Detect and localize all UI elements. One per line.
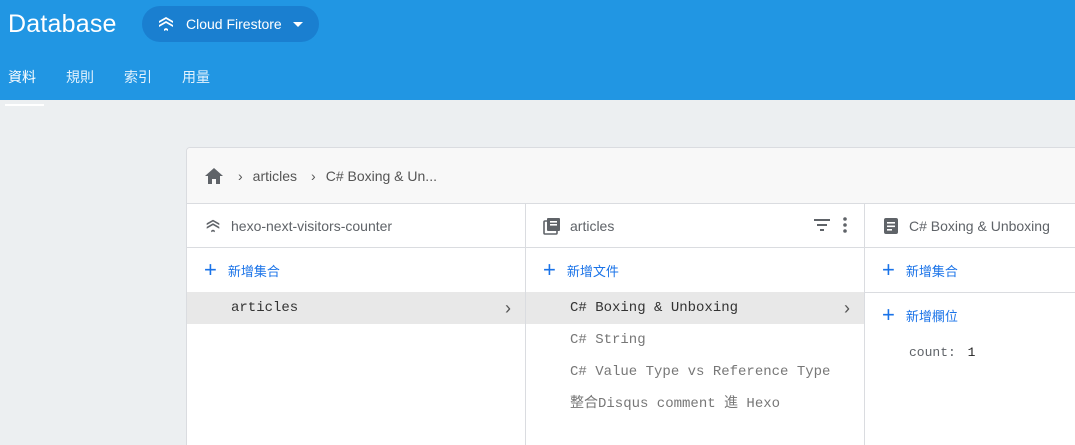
chevron-down-icon (292, 21, 303, 27)
database-selector[interactable]: Cloud Firestore (142, 6, 319, 42)
document-field[interactable]: count: 1 (865, 337, 1075, 369)
field-value: 1 (967, 345, 976, 360)
add-subcollection-label: 新增集合 (905, 263, 958, 279)
chevron-right-icon: › (844, 298, 850, 318)
collection-name: articles (231, 300, 299, 316)
add-document-button[interactable]: + 新增文件 (526, 248, 864, 292)
document-name-heading: C# Boxing & Unboxing (909, 217, 1050, 234)
collection-column-header: articles (526, 204, 864, 248)
breadcrumb: › articles › C# Boxing & Un... (187, 148, 1075, 204)
home-icon[interactable] (204, 167, 224, 185)
list-item-document[interactable]: C# String (526, 324, 864, 356)
app-header: Database Cloud Firestore 資料 規則 索引 用量 (0, 0, 1075, 106)
document-id: C# Boxing & Unboxing (570, 300, 739, 316)
document-column: C# Boxing & Unboxing + 新增集合 + 新增欄位 count… (865, 204, 1075, 445)
plus-icon: + (543, 257, 556, 282)
chevron-right-icon: › (238, 167, 243, 184)
document-icon (884, 217, 898, 234)
add-collection-button[interactable]: + 新增集合 (187, 248, 525, 292)
list-item-document[interactable]: C# Boxing & Unboxing › (526, 292, 864, 324)
project-column: hexo-next-visitors-counter + 新增集合 articl… (187, 204, 526, 445)
breadcrumb-item-document[interactable]: C# Boxing & Un... (326, 168, 437, 184)
list-item-collection[interactable]: articles › (187, 292, 525, 324)
collection-icon (543, 217, 560, 235)
document-column-header: C# Boxing & Unboxing (865, 204, 1075, 248)
tab-usage[interactable]: 用量 (174, 62, 218, 100)
collection-actions (812, 216, 850, 234)
filter-icon[interactable] (812, 217, 832, 233)
tab-rules[interactable]: 規則 (58, 62, 102, 100)
add-field-label: 新增欄位 (905, 308, 958, 324)
breadcrumb-item-collection[interactable]: articles (253, 168, 297, 184)
plus-icon: + (882, 257, 895, 282)
collection-column: articles + 新增文件 C# Boxing & Unboxing › C… (526, 204, 865, 445)
add-subcollection-button[interactable]: + 新增集合 (865, 248, 1075, 292)
list-item-document[interactable]: C# Value Type vs Reference Type (526, 356, 864, 388)
data-panel: › articles › C# Boxing & Un... hexo-next… (186, 147, 1075, 445)
chevron-right-icon: › (505, 298, 511, 318)
firestore-icon (159, 17, 173, 31)
project-name: hexo-next-visitors-counter (231, 217, 393, 234)
columns: hexo-next-visitors-counter + 新增集合 articl… (187, 204, 1075, 445)
project-column-header: hexo-next-visitors-counter (187, 204, 525, 248)
page-title: Database (8, 10, 117, 38)
field-key: count: (909, 345, 956, 360)
collection-name-heading: articles (570, 217, 615, 234)
chevron-right-icon: › (311, 167, 316, 184)
more-vert-icon[interactable] (840, 216, 850, 234)
list-item-document[interactable]: 整合Disqus comment 進 Hexo (526, 388, 864, 420)
add-field-button[interactable]: + 新增欄位 (865, 293, 1075, 337)
plus-icon: + (204, 257, 217, 282)
tab-indexes[interactable]: 索引 (116, 62, 160, 100)
database-selector-label: Cloud Firestore (186, 16, 282, 32)
firestore-icon (206, 219, 220, 232)
add-collection-label: 新增集合 (227, 263, 280, 279)
plus-icon: + (882, 302, 895, 327)
tab-data[interactable]: 資料 (0, 62, 44, 106)
tab-bar: 資料 規則 索引 用量 (0, 62, 232, 106)
add-document-label: 新增文件 (566, 263, 619, 279)
